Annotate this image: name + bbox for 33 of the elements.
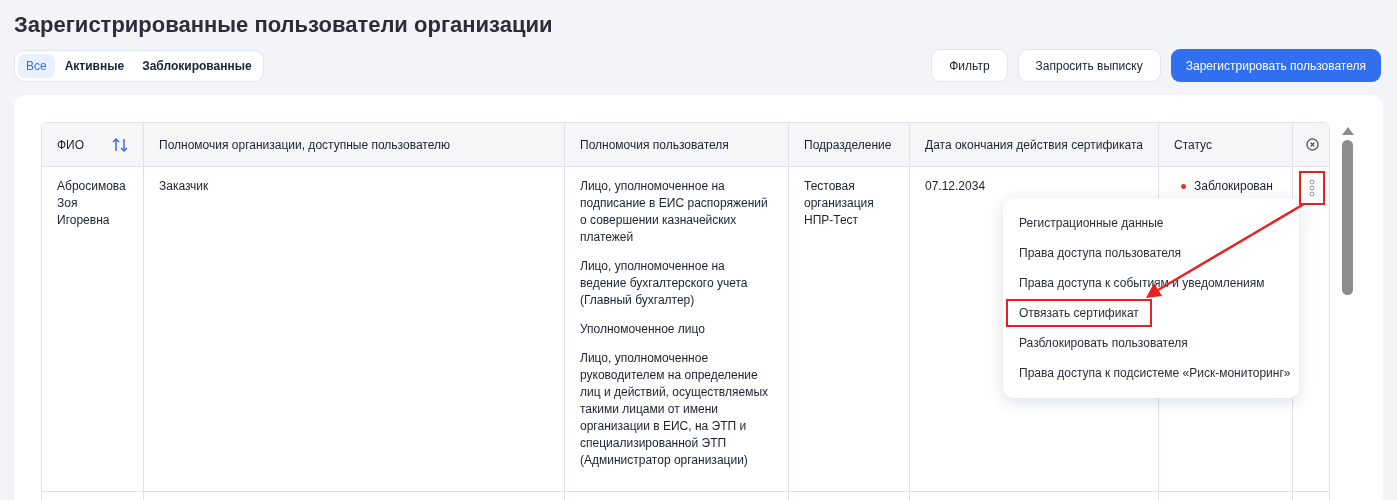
column-header: Дата окончания действия сертификата [910, 123, 1159, 166]
column-header: ФИО [42, 123, 144, 166]
more-button[interactable] [1299, 171, 1325, 205]
table-cell-text: Уполномоченное лицо [580, 321, 706, 338]
tab[interactable]: Активные [56, 53, 133, 78]
column-header: Полномочия пользователя [565, 123, 789, 166]
more-vertical-icon [1309, 179, 1315, 197]
menu-item[interactable]: Регистрационные данные [1006, 209, 1177, 237]
table-cell: Абросимова Зоя Игоревна [57, 179, 126, 227]
close-circle-icon[interactable] [1305, 138, 1319, 151]
status-text: Заблокирован [1194, 178, 1273, 195]
menu-item[interactable]: Права доступа к подсистеме «Риск-мониторинг» [1006, 359, 1304, 387]
table-cell-text: Лицо, уполномоченное на ведение бухгалтерского учета (Главный бухгалтер) [580, 258, 749, 309]
sort-icon[interactable] [112, 136, 128, 153]
scrollbar-thumb[interactable] [1342, 140, 1353, 295]
menu-item[interactable]: Разблокировать пользователя [1006, 329, 1201, 357]
column-header: Подразделение [789, 123, 910, 166]
tab[interactable]: Все [18, 53, 55, 78]
toolbar-button[interactable]: Запросить выписку [1017, 49, 1161, 82]
table-cell-text: Лицо, уполномоченное на подписание в ЕИС распоряжений о совершении казначейских платежей [580, 178, 769, 246]
scroll-up-icon[interactable] [1341, 127, 1354, 135]
table-cell-text: Лицо, уполномоченное руководителем на определение лиц и действий, осуществляемых такими лицами от имени организации в ЕИС, на ЭТП и специализированной ЭТП (Администратор организации) [580, 350, 769, 469]
toolbar-button[interactable]: Фильтр [931, 49, 1008, 82]
table-cell-text: Заказчик [159, 178, 210, 195]
menu-item[interactable]: Права доступа пользователя [1006, 239, 1195, 267]
page-title: Зарегистрированные пользователи организации [14, 11, 554, 39]
table-cell: 07.12.2034 [925, 179, 986, 193]
register-button[interactable]: Зарегистрировать пользователя [1170, 49, 1381, 82]
column-header: Статус [1159, 123, 1293, 166]
tab[interactable]: Заблокированные [134, 53, 260, 78]
table-cell: Тестовая организация НПР-Тест [804, 179, 874, 227]
menu-item[interactable]: Отвязать сертификат [1006, 299, 1152, 327]
column-header: Полномочия организации, доступные пользователю [144, 123, 565, 166]
